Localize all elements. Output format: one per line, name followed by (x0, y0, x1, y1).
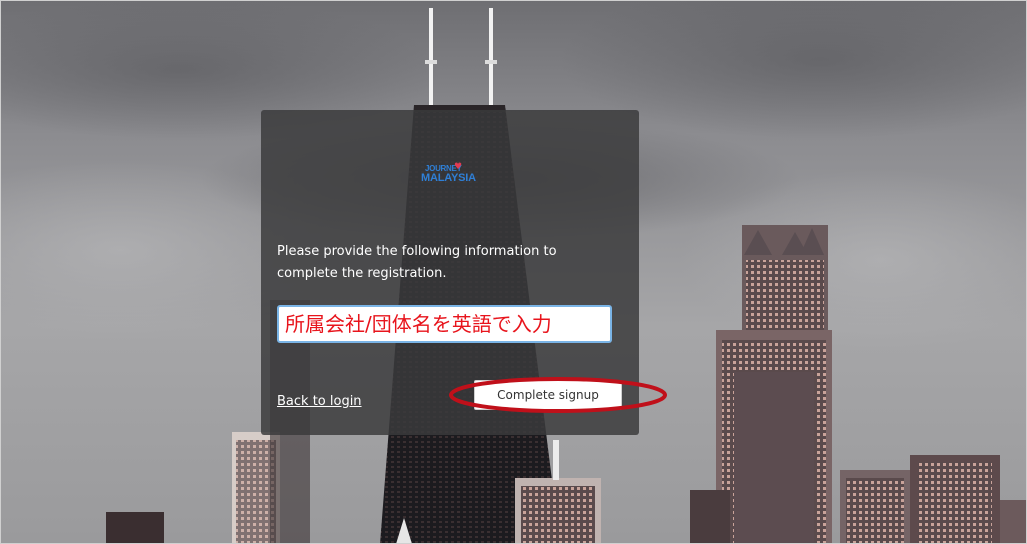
back-to-login-link[interactable]: Back to login (277, 394, 362, 409)
signup-card: JOURNEY ♥ MALAYSIA Please provide the fo… (261, 110, 639, 435)
complete-signup-button[interactable]: Complete signup (474, 380, 622, 410)
logo-bottom-text: MALAYSIA (421, 172, 476, 184)
registration-instructions: Please provide the following information… (277, 244, 557, 281)
organization-name-input[interactable]: 所属会社/団体名を英語で入力 (277, 305, 612, 343)
logo-heart-icon: ♥ (454, 162, 463, 172)
journey-malaysia-logo: JOURNEY ♥ MALAYSIA (421, 162, 485, 190)
signup-page: JOURNEY ♥ MALAYSIA Please provide the fo… (0, 0, 1027, 544)
